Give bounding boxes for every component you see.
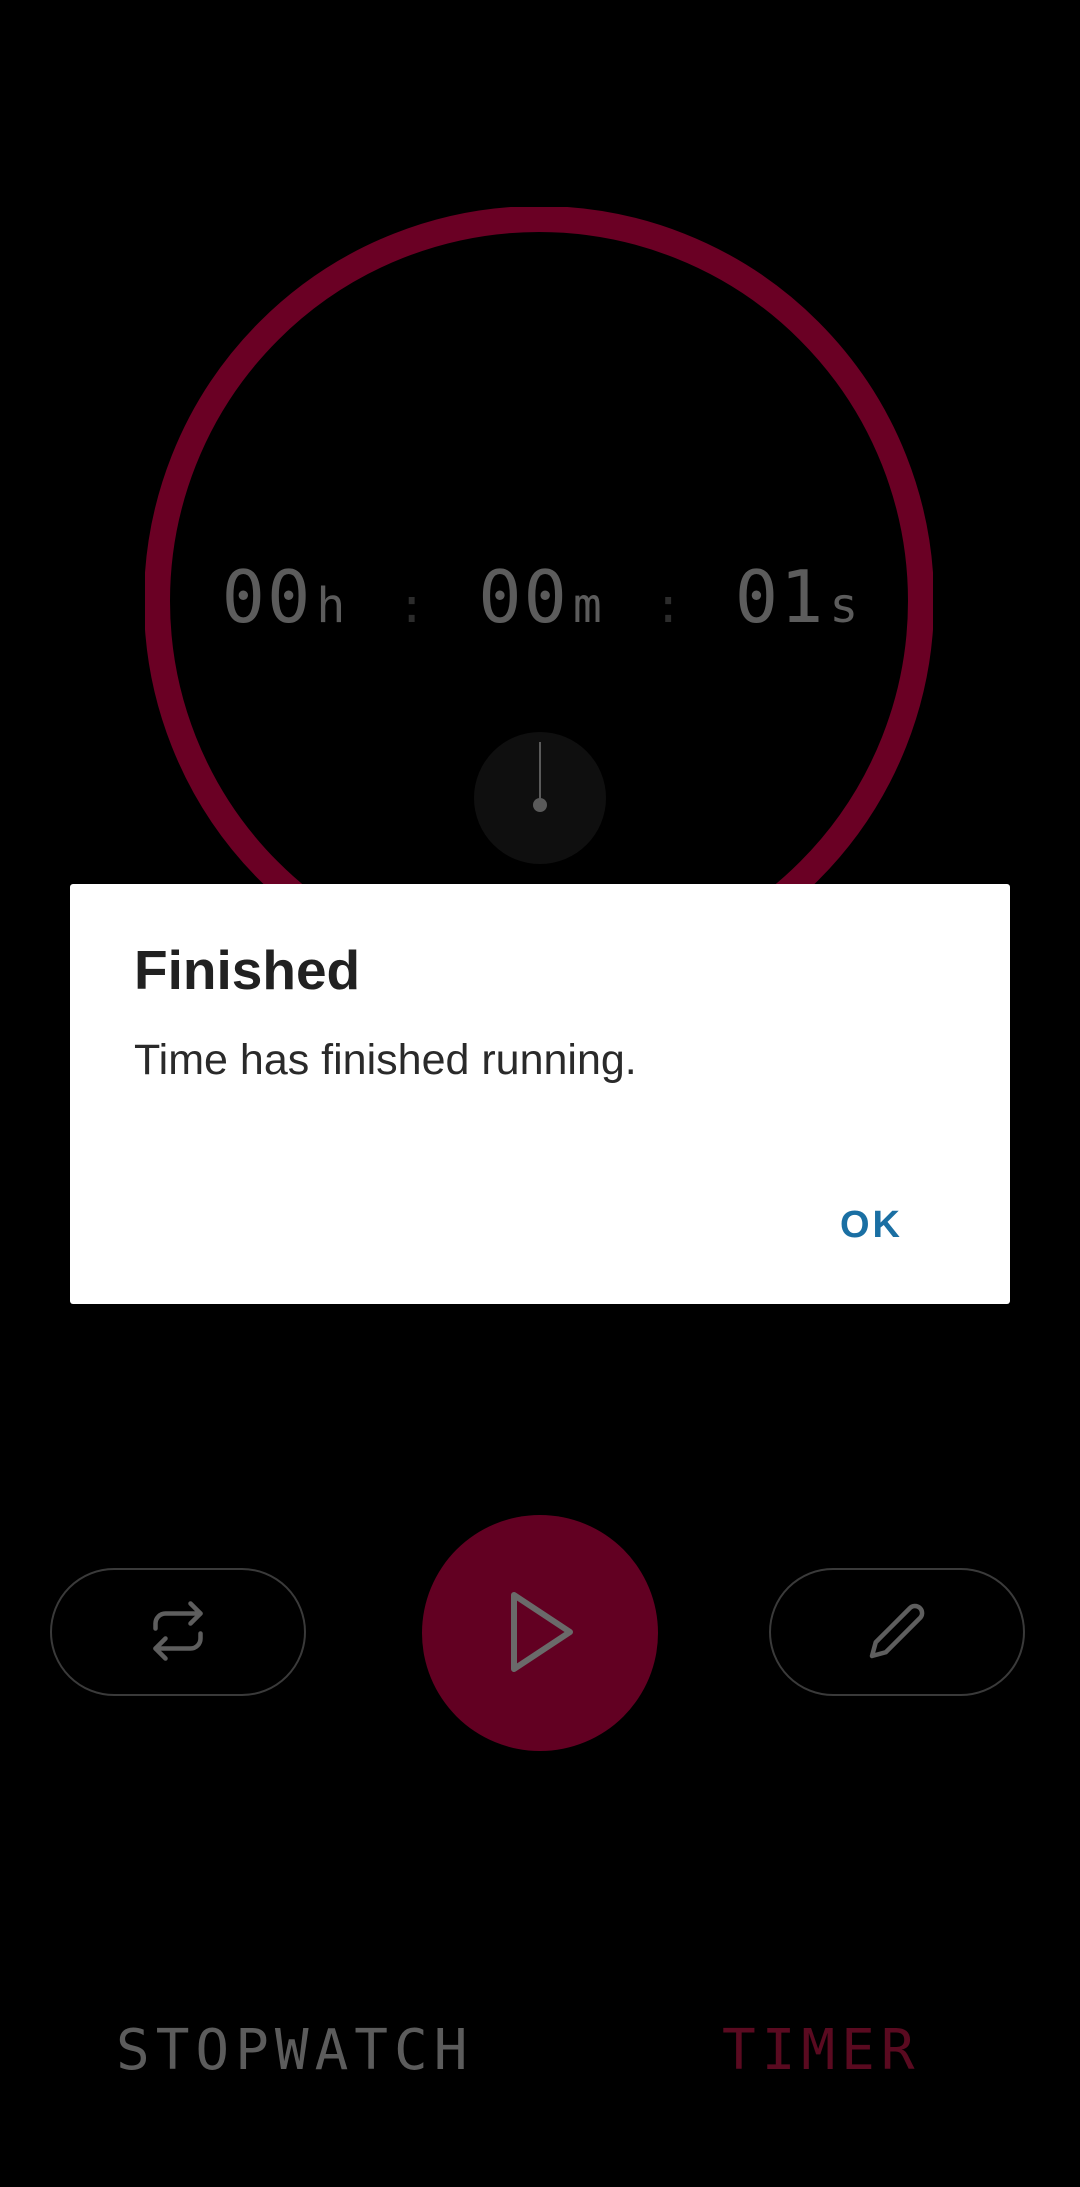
finished-dialog: Finished Time has finished running. OK [70, 884, 1010, 1304]
ok-button[interactable]: OK [840, 1204, 903, 1247]
dialog-message: Time has finished running. [134, 1036, 637, 1084]
dialog-title: Finished [134, 939, 361, 1001]
